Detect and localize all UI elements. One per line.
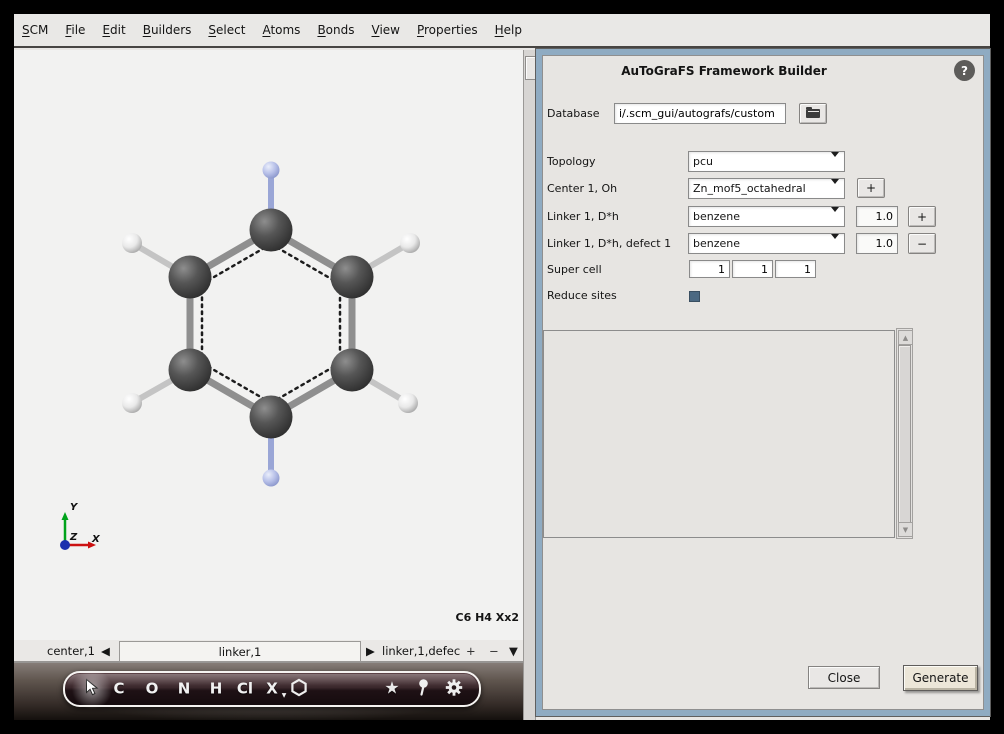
linker1-amount-input[interactable]	[856, 206, 898, 227]
next-tab-icon[interactable]: ▶	[366, 644, 375, 658]
z-axis-dot	[60, 540, 70, 550]
browse-database-button[interactable]	[799, 103, 827, 124]
folder-icon	[806, 109, 820, 118]
atom-X[interactable]	[263, 470, 280, 487]
add-tab-button[interactable]: +	[466, 644, 476, 658]
results-listbox[interactable]	[543, 330, 895, 538]
supercell-z-input[interactable]	[775, 260, 816, 278]
atom-C[interactable]	[250, 396, 293, 439]
sash-handle[interactable]	[525, 56, 536, 80]
star-tool-icon[interactable]: ★	[384, 681, 399, 698]
select-tool-icon[interactable]	[85, 679, 100, 700]
close-button[interactable]: Close	[808, 666, 880, 689]
topology-label: Topology	[547, 155, 596, 168]
listbox-scrollbar[interactable]: ▲ ▼	[896, 328, 913, 539]
molecule-viewport[interactable]: Y X Z C6 H4 Xx2 center,1 ◀ linker,1 ▶ li…	[14, 50, 523, 720]
supercell-label: Super cell	[547, 263, 602, 276]
tab-center-1[interactable]: center,1	[47, 644, 95, 658]
menubar: SCM File Edit Builders Select Atoms Bonds View P…	[14, 14, 990, 48]
atom-C[interactable]	[331, 256, 374, 299]
dropdown-arrow-icon	[831, 239, 840, 258]
add-linker-button[interactable]: +	[908, 206, 936, 227]
pin-tool-icon[interactable]	[417, 679, 430, 700]
menu-help[interactable]: Help	[495, 23, 522, 37]
menu-properties[interactable]: Properties	[417, 23, 478, 37]
toolbar-strip: X ▼ ★	[14, 663, 523, 720]
menu-edit[interactable]: Edit	[102, 23, 125, 37]
prev-tab-icon[interactable]: ◀	[101, 644, 110, 658]
element-o-button[interactable]: O	[146, 682, 159, 697]
linker1-defect-amount-input[interactable]	[856, 233, 898, 254]
element-h-button[interactable]: H	[210, 682, 223, 697]
scrollbar-thumb[interactable]	[898, 345, 911, 523]
element-n-button[interactable]: N	[178, 682, 191, 697]
atom-H[interactable]	[122, 233, 142, 253]
app-window: SCM File Edit Builders Select Atoms Bonds View P…	[14, 14, 990, 720]
database-label: Database	[547, 107, 600, 120]
linker1-combo[interactable]: benzene	[688, 206, 845, 227]
ring-tool-icon[interactable]	[290, 678, 309, 700]
supercell-y-input[interactable]	[732, 260, 773, 278]
atom-H[interactable]	[122, 393, 142, 413]
atom-H[interactable]	[400, 233, 420, 253]
atom-C[interactable]	[169, 256, 212, 299]
z-axis-label: Z	[69, 532, 78, 543]
tab-menu-icon[interactable]: ▼	[509, 644, 518, 658]
database-input[interactable]	[614, 103, 786, 124]
supercell-x-input[interactable]	[689, 260, 730, 278]
element-cl-button[interactable]: Cl	[237, 682, 253, 697]
linker1-defect-label: Linker 1, D*h, defect 1	[547, 237, 671, 250]
center1-combo[interactable]: Zn_mof5_octahedral	[688, 178, 845, 199]
dropdown-arrow-icon	[831, 157, 840, 176]
generate-button[interactable]: Generate	[903, 665, 978, 691]
fragment-tabbar: center,1 ◀ linker,1 ▶ linker,1,defec + −…	[14, 640, 523, 663]
scrollbar-up-icon[interactable]: ▲	[898, 330, 913, 345]
remove-linker-button[interactable]: −	[908, 233, 936, 254]
molecule-canvas[interactable]: Y X Z	[14, 50, 523, 640]
help-icon[interactable]: ?	[954, 60, 975, 81]
atom-C[interactable]	[169, 349, 212, 392]
element-toolbar: X ▼ ★	[63, 671, 481, 707]
pane-divider[interactable]	[523, 50, 536, 720]
panel-title: AuToGraFS Framework Builder	[536, 64, 990, 78]
menu-bonds[interactable]: Bonds	[317, 23, 354, 37]
menu-view[interactable]: View	[372, 23, 400, 37]
reduce-sites-label: Reduce sites	[547, 289, 617, 302]
topology-combo[interactable]: pcu	[688, 151, 845, 172]
dropdown-arrow-icon	[831, 212, 840, 231]
scrollbar-down-icon[interactable]: ▼	[898, 522, 913, 537]
add-center-button[interactable]: +	[857, 178, 885, 198]
linker1-label: Linker 1, D*h	[547, 210, 619, 223]
x-axis-label: X	[91, 534, 101, 545]
menu-atoms[interactable]: Atoms	[262, 23, 300, 37]
y-axis-arrow	[62, 512, 69, 520]
formula-label: C6 H4 Xx2	[456, 611, 519, 624]
reduce-sites-checkbox[interactable]	[689, 291, 700, 302]
y-axis-label: Y	[70, 502, 79, 513]
menu-file[interactable]: File	[65, 23, 85, 37]
menu-scm[interactable]: SCM	[22, 23, 48, 37]
atom-H[interactable]	[398, 393, 418, 413]
linker1-defect-combo[interactable]: benzene	[688, 233, 845, 254]
menu-select[interactable]: Select	[208, 23, 245, 37]
tab-linker-1-defect[interactable]: linker,1,defec	[382, 644, 460, 658]
remove-tab-button[interactable]: −	[489, 644, 499, 658]
atom-C[interactable]	[331, 349, 374, 392]
dropdown-arrow-icon	[831, 184, 840, 203]
center1-label: Center 1, Oh	[547, 182, 617, 195]
atom-C[interactable]	[250, 209, 293, 252]
menu-builders[interactable]: Builders	[143, 23, 192, 37]
atom-X[interactable]	[263, 162, 280, 179]
gear-icon[interactable]	[446, 679, 463, 699]
element-x-button[interactable]: X	[266, 682, 278, 697]
tab-linker-1-active[interactable]: linker,1	[119, 641, 361, 662]
framework-builder-panel: AuToGraFS Framework Builder ? Database T…	[536, 49, 990, 716]
element-c-button[interactable]: C	[113, 682, 124, 697]
x-dropdown-icon[interactable]: ▼	[282, 692, 287, 699]
axis-triad: Y X Z	[60, 502, 101, 550]
